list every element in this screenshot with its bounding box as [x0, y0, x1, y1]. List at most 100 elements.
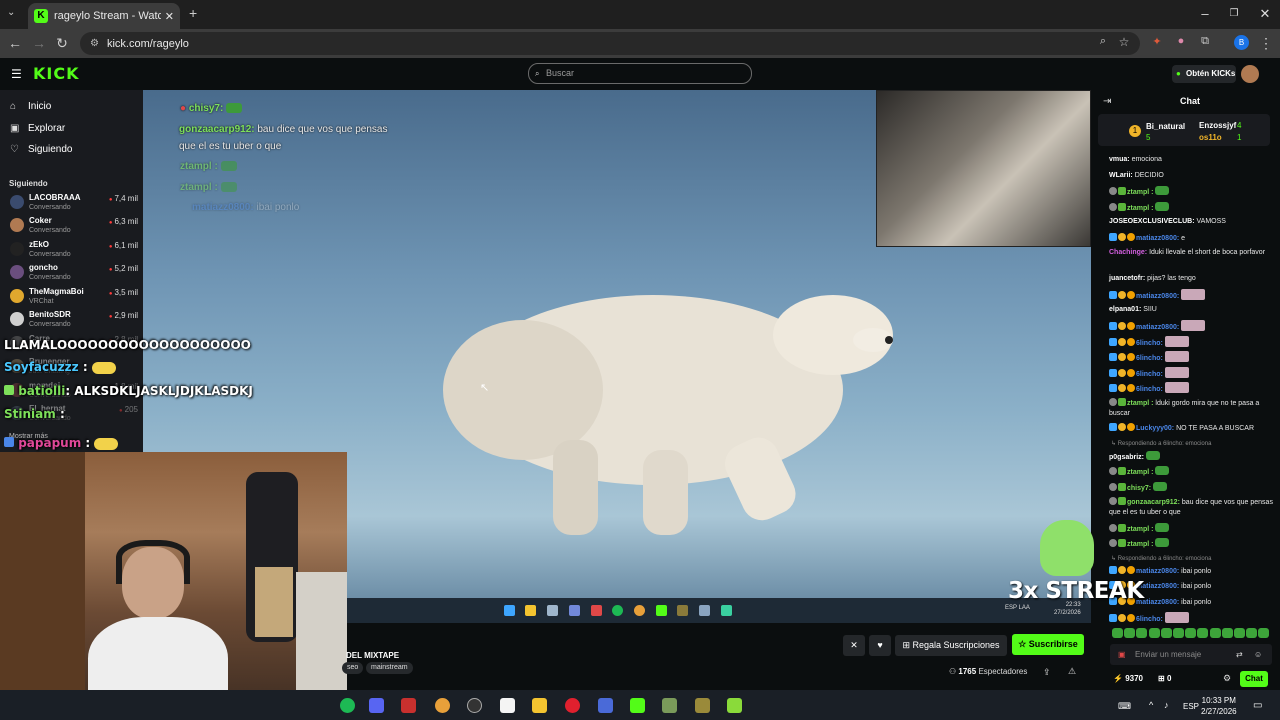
- taskbar-language[interactable]: ESP: [1183, 702, 1199, 711]
- extension-color-icon[interactable]: ●: [1172, 35, 1190, 47]
- site-info-icon[interactable]: ⚙: [90, 38, 99, 49]
- chat-message[interactable]: chisy7:: [1109, 481, 1274, 494]
- chat-username[interactable]: p0gsabriz:: [1109, 454, 1144, 461]
- tray-chevron-icon[interactable]: ^: [1149, 700, 1153, 710]
- quick-emote-icon[interactable]: [1234, 628, 1245, 638]
- chat-message[interactable]: gonzaacarp912: bau dice que vos que pens…: [1109, 497, 1274, 518]
- chat-message[interactable]: ztampl :: [1109, 538, 1274, 550]
- report-icon[interactable]: ⚠: [1068, 666, 1076, 677]
- top-gifter-3-name[interactable]: os11o: [1199, 133, 1222, 142]
- chat-username[interactable]: juancetofr:: [1109, 275, 1145, 282]
- chat-message[interactable]: 6lincho:: [1109, 335, 1274, 349]
- chat-message[interactable]: ztampl :: [1109, 466, 1274, 478]
- chat-username[interactable]: ztampl :: [1127, 205, 1153, 212]
- chat-username[interactable]: gonzaacarp912:: [1127, 499, 1180, 506]
- send-chat-button[interactable]: Chat: [1240, 671, 1268, 687]
- quick-emote-icon[interactable]: [1197, 628, 1209, 638]
- quick-emote-icon[interactable]: [1136, 628, 1148, 638]
- quick-emote-icon[interactable]: [1112, 628, 1123, 638]
- sidebar-item-inicio[interactable]: ⌂ Inicio: [10, 101, 51, 112]
- tab-search-icon[interactable]: ⌄: [7, 7, 15, 18]
- taskbar-chrome-icon[interactable]: [435, 698, 450, 713]
- taskbar-video-icon[interactable]: [401, 698, 416, 713]
- top-gifter-2-name[interactable]: Enzossjyf: [1199, 121, 1236, 130]
- chat-username[interactable]: matiazz0800:: [1136, 568, 1179, 575]
- reload-icon[interactable]: ↻: [53, 35, 71, 52]
- chat-username[interactable]: JOSEOEXCLUSIVECLUB:: [1109, 218, 1195, 225]
- quick-emote-icon[interactable]: [1221, 628, 1233, 638]
- chat-username[interactable]: chisy7:: [1127, 485, 1151, 492]
- quick-emote-icon[interactable]: [1209, 628, 1221, 638]
- chat-username[interactable]: ztampl :: [1127, 469, 1153, 476]
- taskbar-spotify-icon[interactable]: [340, 698, 355, 713]
- taskbar-obs-icon[interactable]: [467, 698, 482, 713]
- share-icon[interactable]: ⇪: [1043, 667, 1051, 678]
- chat-message[interactable]: p0gsabriz:: [1109, 450, 1274, 463]
- kick-logo[interactable]: KICK: [33, 64, 80, 83]
- chat-message[interactable]: Luckyyy00: NO TE PASA A BUSCAR: [1109, 423, 1274, 434]
- chat-username[interactable]: matiazz0800:: [1136, 235, 1179, 242]
- collapse-chat-icon[interactable]: ⇥: [1103, 96, 1111, 107]
- tag-mainstream[interactable]: mainstream: [366, 662, 413, 674]
- chat-message[interactable]: ztampl :: [1109, 186, 1274, 198]
- chat-username[interactable]: matiazz0800:: [1136, 324, 1179, 331]
- chat-message[interactable]: JOSEOEXCLUSIVECLUB: VAMOSS: [1109, 217, 1274, 227]
- new-tab-icon[interactable]: +: [189, 5, 197, 21]
- chat-username[interactable]: 6lincho:: [1136, 340, 1163, 347]
- chat-username[interactable]: elpana01:: [1109, 306, 1141, 313]
- chat-message[interactable]: 6lincho:: [1109, 612, 1274, 625]
- subscribe-button[interactable]: ☆ Suscribirse: [1012, 634, 1084, 655]
- sidebar-item-siguiendo[interactable]: ♡ Siguiendo: [10, 144, 72, 155]
- chat-username[interactable]: 6lincho:: [1136, 616, 1163, 623]
- quick-emote-icon[interactable]: [1124, 628, 1136, 638]
- restore-icon[interactable]: ❐: [1225, 8, 1243, 19]
- zoom-icon[interactable]: ⌕: [1094, 35, 1112, 48]
- taskbar-game-icon[interactable]: [695, 698, 710, 713]
- chat-message[interactable]: ztampl : lduki gordo mira que no te pasa…: [1109, 397, 1274, 419]
- url-field[interactable]: ⚙ kick.com/rageylo: [80, 32, 1140, 55]
- quick-emote-icon[interactable]: [1173, 628, 1184, 638]
- chat-settings-icon[interactable]: ⚙: [1223, 673, 1231, 684]
- chat-username[interactable]: ztampl :: [1127, 189, 1153, 196]
- followed-channel[interactable]: goncho Conversando 5,2 mil: [8, 262, 138, 285]
- extension-red-icon[interactable]: ✦: [1148, 35, 1166, 48]
- quick-emote-icon[interactable]: [1258, 628, 1270, 638]
- followed-channel[interactable]: zEkO Conversando 6,1 mil: [8, 239, 138, 262]
- quick-emote-icon[interactable]: [1185, 628, 1197, 638]
- volume-icon[interactable]: ♪: [1164, 700, 1169, 710]
- tag-seo[interactable]: seo: [342, 662, 364, 674]
- chat-input[interactable]: ▣ Enviar un mensaje ⇄ ☺: [1110, 644, 1272, 665]
- keyboard-icon[interactable]: ⌨: [1118, 701, 1131, 712]
- mute-notifications-button[interactable]: ✕: [843, 635, 865, 656]
- chat-message[interactable]: matiazz0800:: [1109, 289, 1274, 302]
- followed-channel[interactable]: BenitoSDR Conversando 2,9 mil: [8, 309, 138, 332]
- taskbar-opera-icon[interactable]: [565, 698, 580, 713]
- kicks-balance[interactable]: ⚡ 9370: [1113, 674, 1143, 683]
- bookmark-star-icon[interactable]: ☆: [1115, 35, 1133, 49]
- sidebar-item-explorar[interactable]: ▣ Explorar: [10, 123, 65, 134]
- taskbar-discord-icon[interactable]: [369, 698, 384, 713]
- chat-username[interactable]: matiazz0800:: [1136, 293, 1179, 300]
- chat-username[interactable]: ztampl :: [1127, 526, 1153, 533]
- taskbar-app-icon[interactable]: [598, 698, 613, 713]
- chat-username[interactable]: ztampl :: [1127, 541, 1153, 548]
- tab-close-icon[interactable]: ✕: [165, 10, 174, 23]
- taskbar-capcut-icon[interactable]: [500, 698, 515, 713]
- chat-message[interactable]: WLarii: DECIDIO: [1109, 171, 1274, 181]
- close-window-icon[interactable]: ✕: [1256, 6, 1274, 22]
- chat-message[interactable]: 6lincho:: [1109, 366, 1274, 380]
- chat-message[interactable]: 6lincho:: [1109, 351, 1274, 364]
- quick-emote-icon[interactable]: [1148, 628, 1160, 638]
- taskbar-clock[interactable]: 10:33 PM 2/27/2026: [1201, 695, 1237, 717]
- chat-username[interactable]: 6lincho:: [1136, 355, 1163, 362]
- chat-message[interactable]: vmua: emociona: [1109, 155, 1274, 165]
- top-gifter-1-name[interactable]: Bi_natural: [1146, 122, 1185, 131]
- chat-username[interactable]: Chachinge:: [1109, 249, 1147, 256]
- taskbar-books-icon[interactable]: [662, 698, 677, 713]
- minimize-icon[interactable]: –: [1196, 6, 1214, 21]
- taskbar-folder-icon[interactable]: [532, 698, 547, 713]
- follow-heart-button[interactable]: ♥: [869, 635, 891, 656]
- chat-username[interactable]: ztampl :: [1127, 400, 1153, 407]
- chat-message[interactable]: Chachinge: Iduki llevale el short de boc…: [1109, 248, 1274, 258]
- gift-subs-button[interactable]: ⊞ Regala Suscripciones: [895, 635, 1007, 656]
